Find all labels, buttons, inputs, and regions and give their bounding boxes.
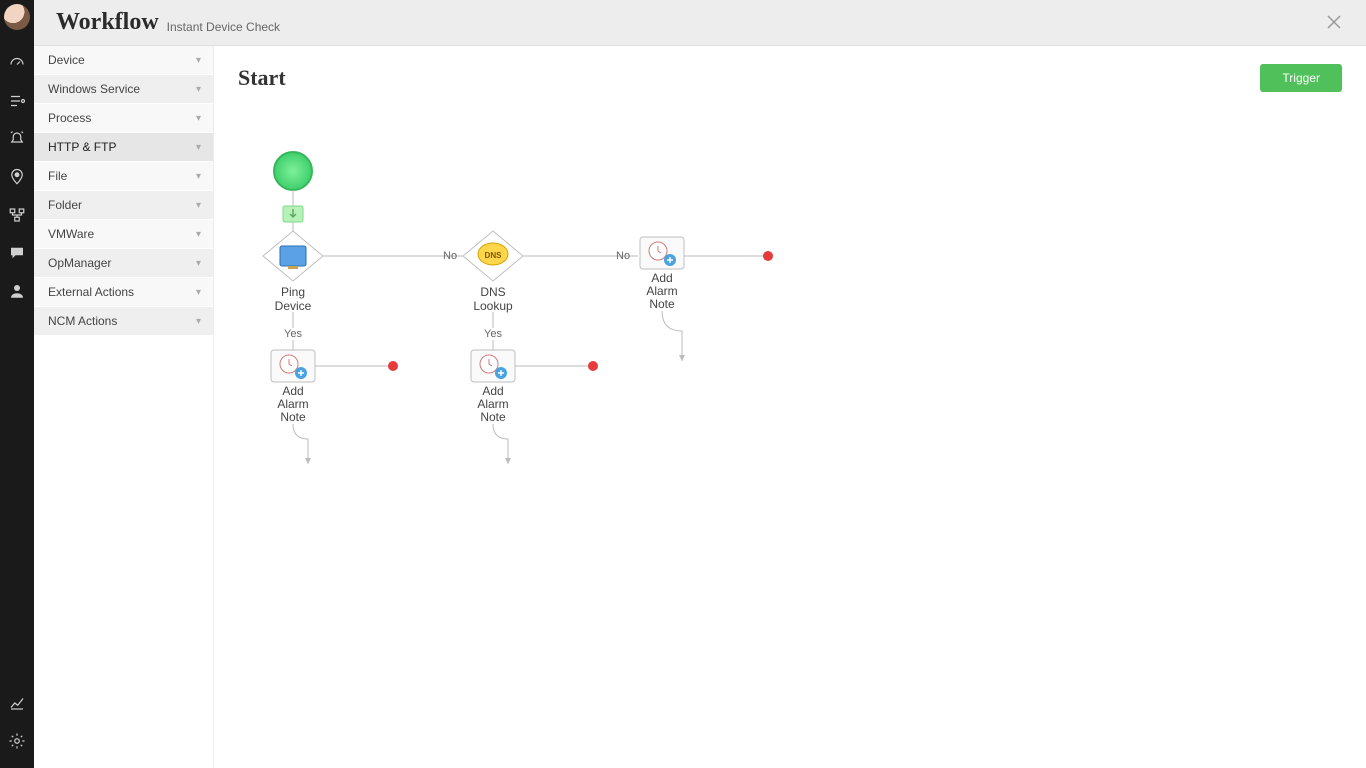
sidebar-item-windows-service[interactable]: Windows Service ▾ [34, 75, 213, 104]
sidebar-item-device[interactable]: Device ▾ [34, 46, 213, 75]
node-label: Alarm [277, 397, 308, 411]
node-label: Add [482, 384, 503, 398]
sidebar-item-label: Process [48, 111, 91, 125]
chevron-down-icon: ▾ [196, 113, 201, 124]
workflow-svg: Ping Device No DNS DNS Lookup No [238, 106, 1058, 526]
page-title: Workflow [56, 9, 159, 36]
node-label: Alarm [646, 284, 677, 298]
node-ping-device[interactable] [263, 231, 323, 281]
node-label: Add [282, 384, 303, 398]
sidebar-item-label: External Actions [48, 285, 134, 299]
end-node[interactable] [588, 361, 598, 371]
sidebar-item-label: HTTP & FTP [48, 140, 116, 154]
monitor-icon [280, 246, 306, 266]
node-label: Ping [281, 285, 305, 299]
sidebar-item-label: File [48, 169, 67, 183]
chevron-down-icon: ▾ [196, 287, 201, 298]
chevron-down-icon: ▾ [196, 316, 201, 327]
sidebar-item-label: Folder [48, 198, 82, 212]
topology-icon[interactable] [0, 196, 34, 234]
dashboard-icon[interactable] [0, 44, 34, 82]
sidebar-item-folder[interactable]: Folder ▾ [34, 191, 213, 220]
chevron-down-icon: ▾ [196, 142, 201, 153]
nav-rail [0, 0, 34, 768]
dns-icon-label: DNS [485, 251, 503, 260]
reports-icon[interactable] [0, 684, 34, 722]
edge-label-no: No [443, 250, 457, 262]
sidebar-item-ncm-actions[interactable]: NCM Actions ▾ [34, 307, 213, 336]
canvas-heading: Start [238, 65, 286, 91]
sidebar-item-http-ftp[interactable]: HTTP & FTP ▾ [34, 133, 213, 162]
sidebar-item-label: NCM Actions [48, 314, 117, 328]
trigger-button[interactable]: Trigger [1260, 64, 1342, 92]
page-subtitle: Instant Device Check [167, 20, 280, 34]
node-add-alarm-note-2[interactable] [471, 350, 515, 382]
node-label: Note [480, 410, 506, 424]
edge-label-yes: Yes [284, 328, 302, 340]
chevron-down-icon: ▾ [196, 84, 201, 95]
sidebar-item-label: Windows Service [48, 82, 140, 96]
sidebar-item-label: VMWare [48, 227, 94, 241]
sidebar-item-opmanager[interactable]: OpManager ▾ [34, 249, 213, 278]
node-add-alarm-note-3[interactable] [640, 237, 684, 269]
gear-icon[interactable] [0, 722, 34, 760]
user-icon[interactable] [0, 272, 34, 310]
sidebar-item-process[interactable]: Process ▾ [34, 104, 213, 133]
sidebar-item-vmware[interactable]: VMWare ▾ [34, 220, 213, 249]
node-dns-lookup[interactable]: DNS [463, 231, 523, 281]
node-label: Add [651, 271, 672, 285]
chevron-down-icon: ▾ [196, 200, 201, 211]
sidebar-item-label: Device [48, 53, 85, 67]
workflow-canvas[interactable]: Start Trigger [214, 46, 1366, 768]
chevron-down-icon: ▾ [196, 55, 201, 66]
list-icon[interactable] [0, 82, 34, 120]
end-node[interactable] [388, 361, 398, 371]
node-label: Note [649, 297, 675, 311]
close-icon[interactable] [1320, 8, 1348, 36]
topbar: Workflow Instant Device Check [34, 0, 1366, 46]
node-add-alarm-note-1[interactable] [271, 350, 315, 382]
avatar[interactable] [4, 4, 30, 30]
start-node[interactable] [274, 152, 312, 190]
chat-icon[interactable] [0, 234, 34, 272]
sidebar-item-file[interactable]: File ▾ [34, 162, 213, 191]
node-label: Device [275, 299, 312, 313]
sidebar-item-label: OpManager [48, 256, 111, 270]
sidebar-item-external-actions[interactable]: External Actions ▾ [34, 278, 213, 307]
edge-label-yes: Yes [484, 328, 502, 340]
node-label: Lookup [473, 299, 513, 313]
edge-label-no: No [616, 250, 630, 262]
alarm-icon[interactable] [0, 120, 34, 158]
chevron-down-icon: ▾ [196, 229, 201, 240]
chevron-down-icon: ▾ [196, 171, 201, 182]
end-node[interactable] [763, 251, 773, 261]
node-label: Alarm [477, 397, 508, 411]
node-label: DNS [480, 285, 505, 299]
actions-sidebar: Device ▾ Windows Service ▾ Process ▾ HTTP &… [34, 46, 214, 768]
node-label: Note [280, 410, 306, 424]
map-pin-icon[interactable] [0, 158, 34, 196]
chevron-down-icon: ▾ [196, 258, 201, 269]
